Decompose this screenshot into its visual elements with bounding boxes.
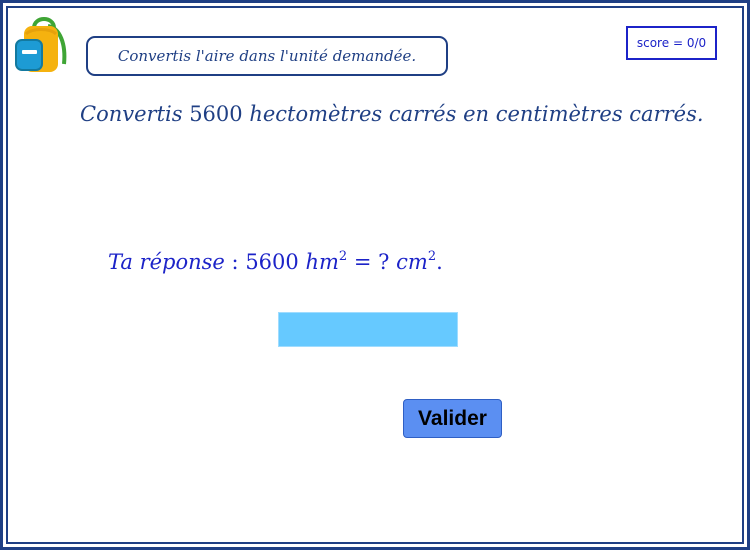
answer-to-exponent: 2 <box>427 249 437 264</box>
validate-button[interactable]: Valider <box>403 399 502 438</box>
answer-to-unit: cm <box>396 250 428 274</box>
inner-border <box>6 6 744 544</box>
score-label: score <box>636 36 670 50</box>
score-value: 0/0 <box>686 36 707 50</box>
question-to-unit: centimètres carrés. <box>495 102 704 126</box>
instruction-text: Convertis l'aire dans l'unité demandée. <box>117 47 417 65</box>
score-equals: = <box>672 36 683 50</box>
answer-prefix: Ta réponse <box>108 250 225 274</box>
question-text: Convertis 5600 hectomètres carrés en cen… <box>80 102 745 126</box>
answer-colon: : <box>231 250 239 274</box>
answer-end: . <box>436 250 443 274</box>
answer-from-exponent: 2 <box>338 249 348 264</box>
score-box: score = 0/0 <box>626 26 717 60</box>
question-number: 5600 <box>189 102 243 126</box>
validate-label: Valider <box>418 406 487 430</box>
backpack-icon <box>14 14 68 74</box>
question-connector: en <box>463 102 490 126</box>
question-from-unit: hectomètres carrés <box>249 102 457 126</box>
instruction-box: Convertis l'aire dans l'unité demandée. <box>86 36 448 76</box>
answer-input[interactable] <box>278 312 458 347</box>
answer-number: 5600 <box>245 250 299 274</box>
answer-prompt: Ta réponse : 5600 hm2 = ? cm2. <box>108 250 443 274</box>
answer-from-unit: hm <box>305 250 339 274</box>
answer-unknown: ? <box>378 250 390 274</box>
question-verb: Convertis <box>80 102 183 126</box>
answer-equals: = <box>353 250 372 274</box>
page-frame <box>0 0 750 550</box>
